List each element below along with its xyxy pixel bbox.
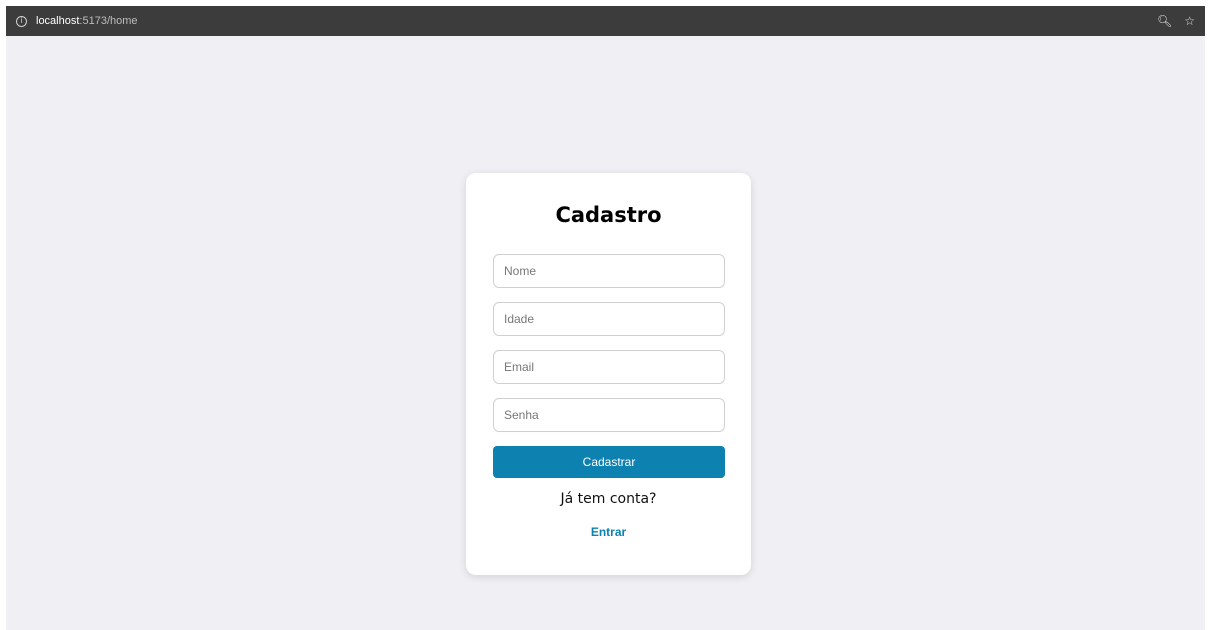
- name-input[interactable]: [493, 254, 725, 288]
- age-input[interactable]: [493, 302, 725, 336]
- zoom-icon[interactable]: 🔍︎: [1157, 14, 1172, 28]
- register-button[interactable]: Cadastrar: [493, 446, 725, 478]
- login-link[interactable]: Entrar: [466, 525, 751, 539]
- signup-card: Cadastro Cadastrar Já tem conta? Entrar: [466, 173, 751, 575]
- form-title: Cadastro: [555, 203, 662, 227]
- url-path: :5173/home: [79, 15, 138, 27]
- url-text[interactable]: localhost :5173/home: [36, 15, 138, 27]
- url-host: localhost: [36, 15, 80, 27]
- account-question: Já tem conta?: [560, 491, 657, 507]
- address-bar-actions: 🔍︎ ☆: [1157, 14, 1195, 28]
- browser-viewport: i localhost :5173/home 🔍︎ ☆ Cadastro Cad…: [6, 6, 1205, 630]
- email-input[interactable]: [493, 350, 725, 384]
- password-input[interactable]: [493, 398, 725, 432]
- info-icon[interactable]: i: [16, 15, 27, 27]
- star-icon[interactable]: ☆: [1184, 14, 1195, 28]
- address-bar[interactable]: i localhost :5173/home 🔍︎ ☆: [6, 6, 1205, 36]
